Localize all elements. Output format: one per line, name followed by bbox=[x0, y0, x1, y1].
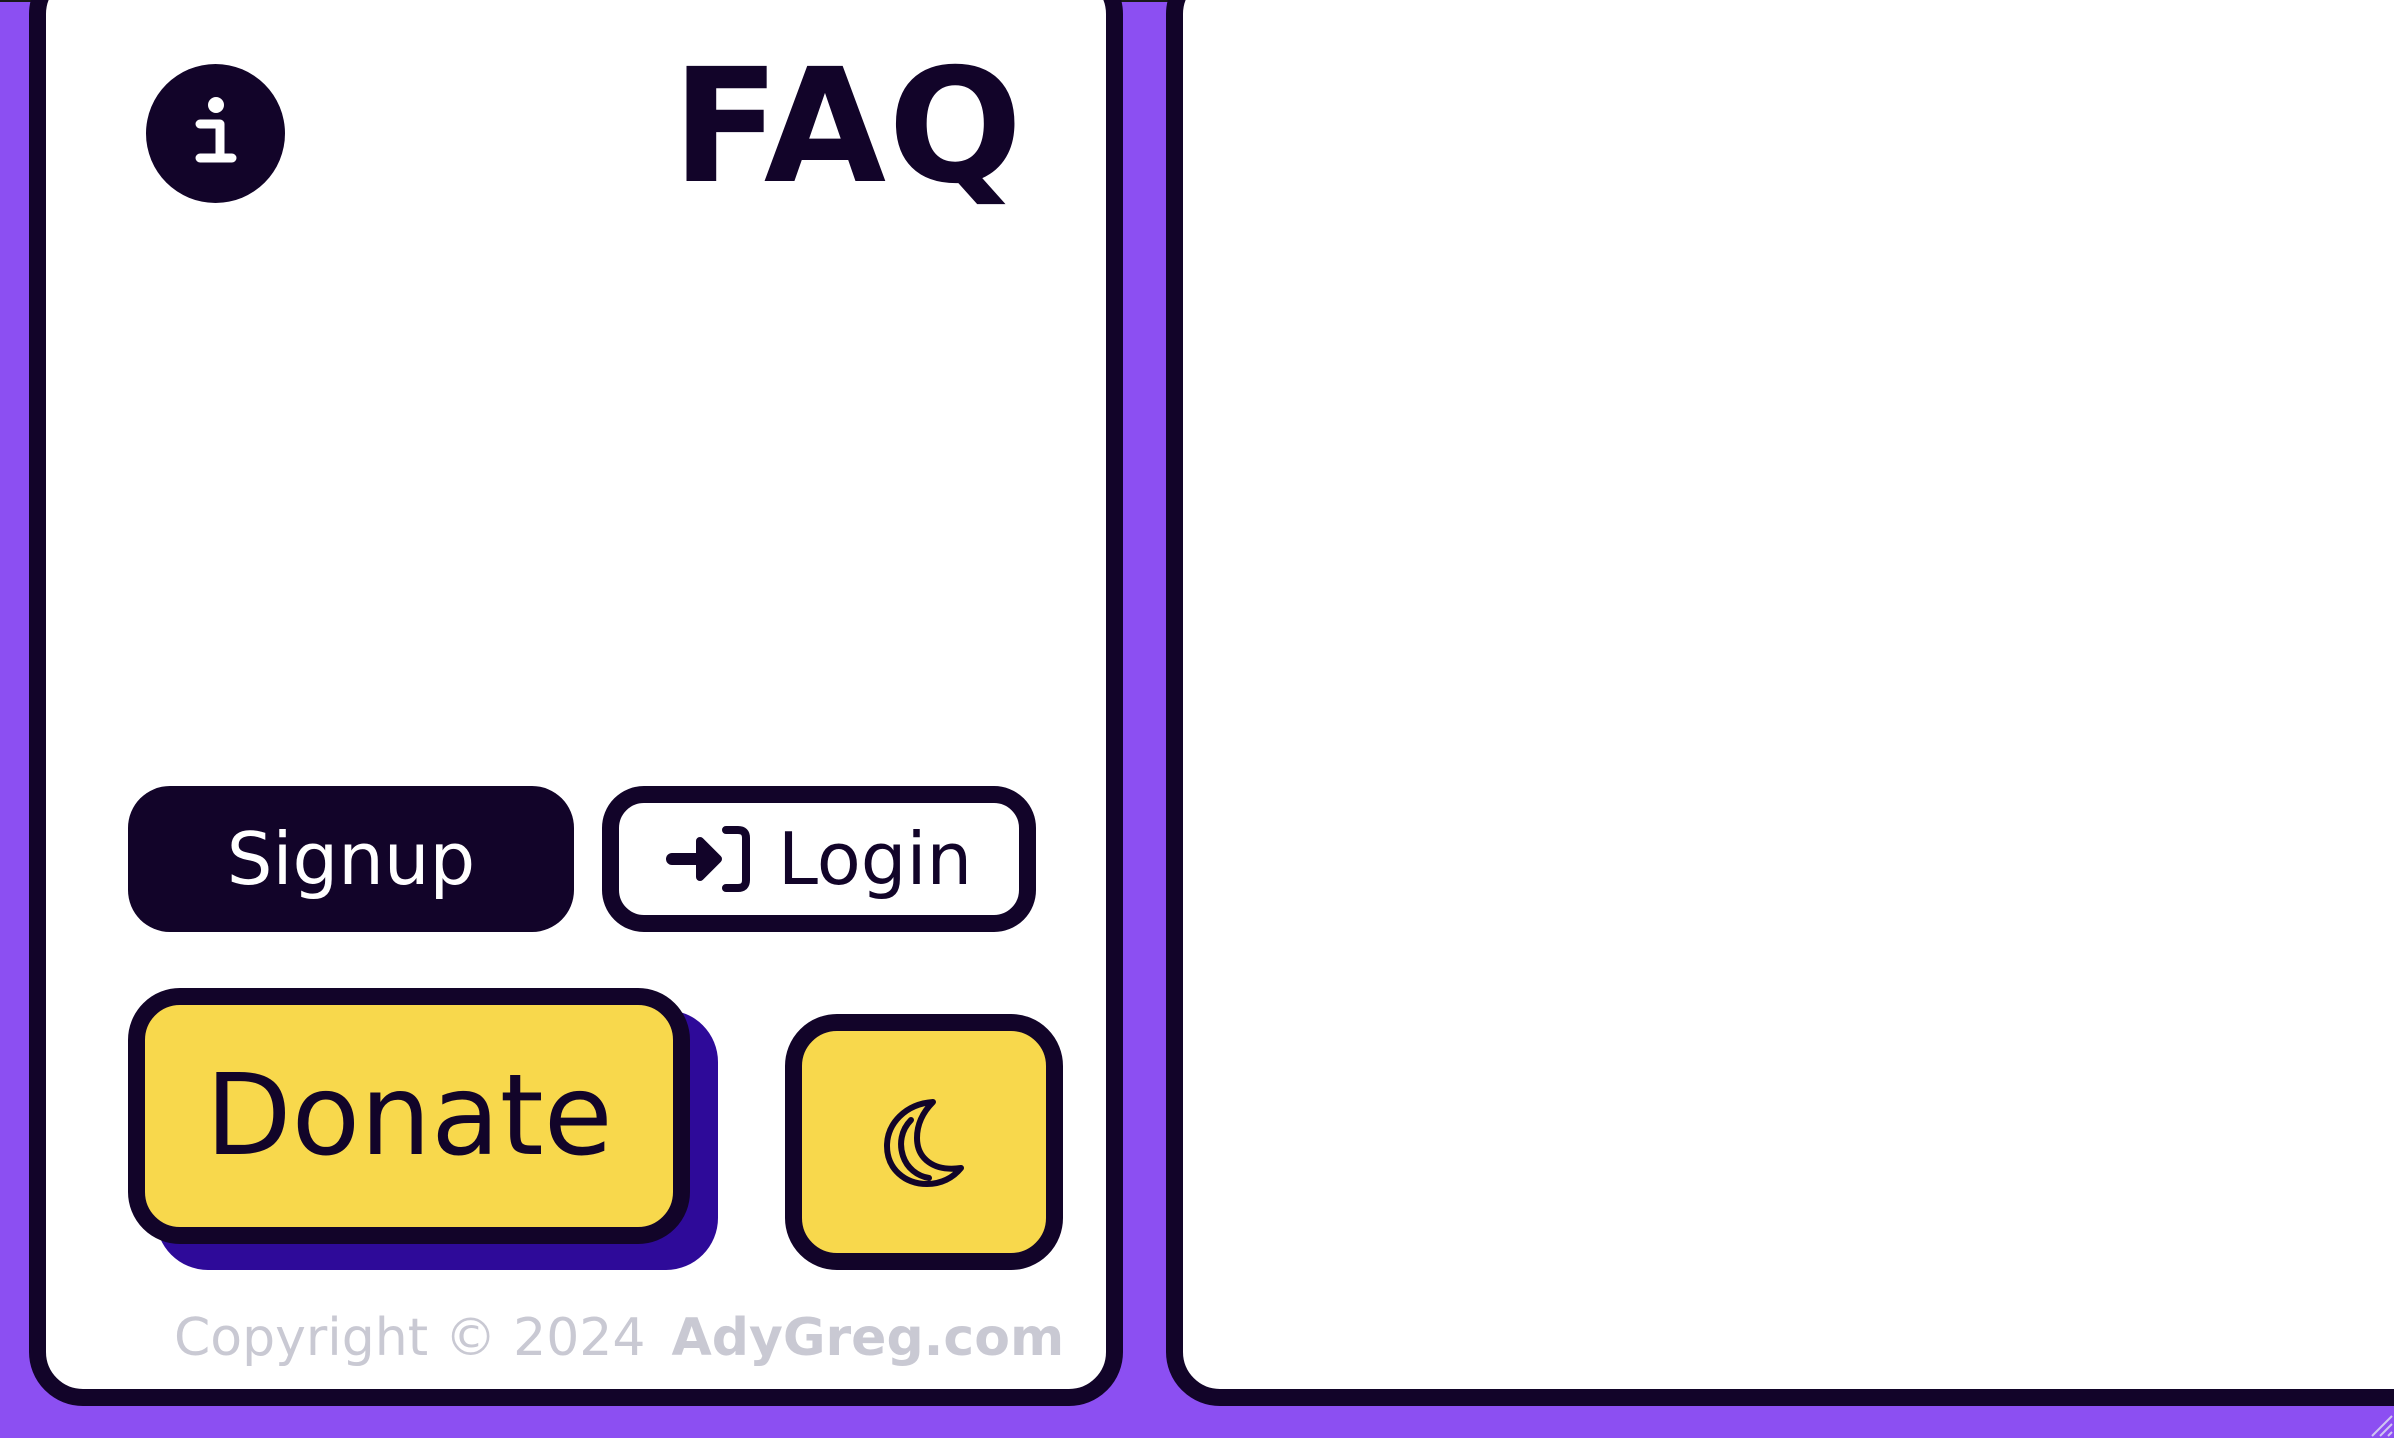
copyright-text: Copyright © 2024 bbox=[174, 1308, 646, 1368]
login-arrow-icon bbox=[665, 824, 752, 894]
login-label: Login bbox=[777, 817, 973, 901]
site-name: AdyGreg.com bbox=[671, 1308, 1065, 1368]
donate-label: Donate bbox=[205, 1051, 613, 1181]
copyright-footer: Copyright © 2024 AdyGreg.com bbox=[174, 1306, 1064, 1370]
info-button[interactable] bbox=[146, 64, 285, 203]
login-button[interactable]: Login bbox=[602, 786, 1036, 932]
main-content-panel bbox=[1166, 0, 2394, 1406]
moon-icon bbox=[884, 1099, 964, 1187]
info-icon bbox=[195, 96, 236, 162]
resize-grip-icon[interactable] bbox=[2368, 1412, 2394, 1438]
theme-toggle-button[interactable] bbox=[785, 1014, 1063, 1270]
signup-label: Signup bbox=[226, 817, 476, 901]
page-title: FAQ bbox=[672, 35, 1025, 219]
donate-button[interactable]: Donate bbox=[128, 988, 690, 1244]
signup-button[interactable]: Signup bbox=[128, 786, 574, 932]
